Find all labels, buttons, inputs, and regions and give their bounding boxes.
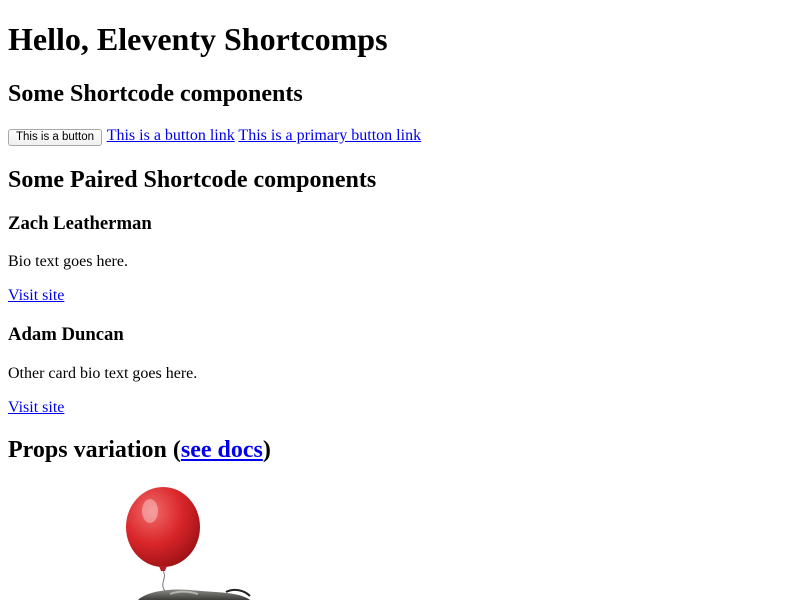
- props-section-heading: Props variation (see docs): [8, 436, 271, 464]
- button-link[interactable]: This is a button link: [107, 127, 235, 144]
- possum-icon: [138, 589, 250, 600]
- card-link-row: Visit site: [8, 398, 64, 417]
- see-docs-link[interactable]: see docs: [181, 437, 263, 463]
- card-link-row: Visit site: [8, 286, 64, 305]
- props-heading-suffix: ): [262, 437, 271, 463]
- card-name: Adam Duncan: [8, 324, 124, 345]
- shortcode-section-heading: Some Shortcode components: [8, 81, 303, 107]
- page-title: Hello, Eleventy Shortcomps: [8, 21, 388, 57]
- props-heading-prefix: Props variation (: [8, 437, 181, 463]
- demo-button[interactable]: This is a button: [8, 129, 102, 146]
- card-bio: Other card bio text goes here.: [8, 365, 198, 382]
- visit-site-link[interactable]: Visit site: [8, 399, 64, 416]
- primary-button-link[interactable]: This is a primary button link: [238, 127, 421, 144]
- possum-balloon-image: [108, 478, 268, 600]
- paired-section-heading: Some Paired Shortcode components: [8, 167, 377, 193]
- card-name: Zach Leatherman: [8, 213, 152, 234]
- card-bio: Bio text goes here.: [8, 253, 128, 270]
- shortcode-button-row: This is a button This is a button link T…: [8, 126, 421, 146]
- visit-site-link[interactable]: Visit site: [8, 287, 64, 304]
- balloon-icon: [126, 487, 200, 567]
